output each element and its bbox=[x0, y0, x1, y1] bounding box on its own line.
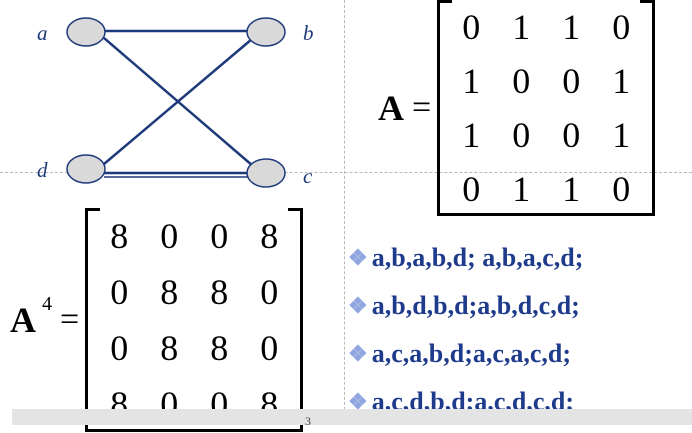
path-list: ❖ a,b,a,b,d; a,b,a,c,d; ❖ a,b,d,b,d;a,b,… bbox=[348, 234, 583, 426]
matrix-a4-name: A bbox=[10, 300, 36, 340]
matrix-a-cell: 0 bbox=[562, 115, 581, 155]
matrix-a-equals: = bbox=[412, 89, 432, 126]
path-text: a,b,d,b,d;a,b,d,c,d; bbox=[371, 291, 580, 320]
matrix-a-cell: 1 bbox=[462, 61, 481, 101]
matrix-a4-cell: 8 bbox=[110, 216, 129, 256]
matrix-a-equation: A = 0 1 1 0 1 0 0 1 1 0 0 1 0 1 1 0 bbox=[378, 0, 656, 217]
matrix-a-cell: 0 bbox=[512, 115, 531, 155]
matrix-a-cell: 1 bbox=[612, 115, 631, 155]
matrix-a-cell: 0 bbox=[512, 61, 531, 101]
matrix-a4-cell: 8 bbox=[160, 328, 179, 368]
matrix-a-grid: 0 1 1 0 1 0 0 1 1 0 0 1 0 1 1 0 bbox=[437, 0, 656, 217]
graph-diagram: a b d c bbox=[37, 17, 314, 188]
matrix-a-cell: 0 bbox=[562, 61, 581, 101]
matrix-a4-cell: 8 bbox=[160, 272, 179, 312]
vertex-b bbox=[246, 17, 286, 47]
matrix-a-cell: 1 bbox=[612, 61, 631, 101]
matrix-a-cell: 1 bbox=[562, 169, 581, 209]
matrix-a4-cell: 0 bbox=[260, 328, 279, 368]
vertex-label-b: b bbox=[303, 21, 314, 45]
footer-bar bbox=[12, 409, 692, 425]
matrix-a-cell: 1 bbox=[462, 115, 481, 155]
path-list-item: ❖ a,b,a,b,d; a,b,a,c,d; bbox=[348, 234, 583, 282]
matrix-a-cell: 1 bbox=[562, 7, 581, 47]
diamond-bullet-icon: ❖ bbox=[348, 245, 368, 270]
vertex-c bbox=[246, 158, 286, 188]
matrix-a4-cell: 0 bbox=[110, 328, 129, 368]
matrix-a4-cell: 0 bbox=[160, 216, 179, 256]
path-list-item: ❖ a,c,a,b,d;a,c,a,c,d; bbox=[348, 330, 583, 378]
matrix-a-cell: 0 bbox=[612, 169, 631, 209]
vertex-label-c: c bbox=[303, 164, 313, 188]
matrix-a4-cell: 8 bbox=[260, 216, 279, 256]
vertical-guide-line bbox=[344, 0, 345, 425]
matrix-a4-exponent: 4 bbox=[42, 292, 52, 315]
matrix-a4-cell: 0 bbox=[260, 272, 279, 312]
path-text: a,b,a,b,d; a,b,a,c,d; bbox=[371, 243, 584, 272]
vertex-d bbox=[66, 154, 106, 184]
matrix-a4-grid: 8 0 0 8 0 8 8 0 0 8 8 0 8 0 0 8 bbox=[85, 207, 304, 433]
diamond-bullet-icon: ❖ bbox=[348, 293, 368, 318]
matrix-a-cell: 0 bbox=[612, 7, 631, 47]
vertex-label-d: d bbox=[37, 158, 48, 182]
matrix-a-cell: 0 bbox=[462, 169, 481, 209]
diamond-bullet-icon: ❖ bbox=[348, 341, 368, 366]
page-number: 3 bbox=[305, 414, 311, 428]
matrix-a-name: A bbox=[378, 88, 404, 128]
path-text: a,c,a,b,d;a,c,a,c,d; bbox=[371, 339, 572, 368]
matrix-a4-cell: 8 bbox=[210, 272, 229, 312]
matrix-a4-cell: 0 bbox=[210, 216, 229, 256]
vertex-a bbox=[66, 17, 106, 47]
matrix-a-cell: 1 bbox=[512, 7, 531, 47]
matrix-a4-equals: = bbox=[60, 301, 80, 338]
matrix-a4-equation: A 4 = 8 0 0 8 0 8 8 0 0 8 8 0 8 0 0 8 bbox=[10, 207, 304, 433]
path-list-item: ❖ a,b,d,b,d;a,b,d,c,d; bbox=[348, 282, 583, 330]
matrix-a4-cell: 8 bbox=[210, 328, 229, 368]
matrix-a-cell: 1 bbox=[512, 169, 531, 209]
matrix-a-cell: 0 bbox=[462, 7, 481, 47]
matrix-a4-cell: 0 bbox=[110, 272, 129, 312]
vertex-label-a: a bbox=[37, 21, 48, 45]
